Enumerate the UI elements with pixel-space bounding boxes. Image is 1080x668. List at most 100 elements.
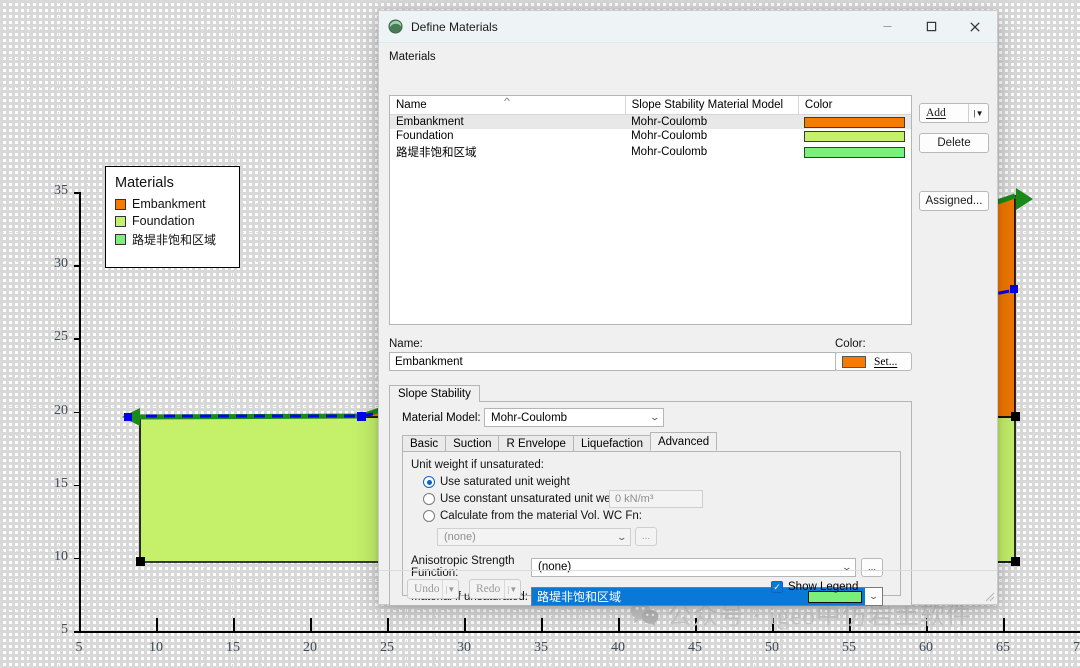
legend-items: Embankment Foundation 路堤非饱和区域: [115, 197, 230, 248]
x-axis-tick: [464, 618, 466, 631]
cell-material-name: Foundation: [396, 130, 454, 142]
undo-dropdown-arrow[interactable]: |▼: [442, 580, 458, 598]
table-row[interactable]: 路堤非饱和区域 Mohr-Coulomb: [390, 143, 911, 161]
legend-color-swatch: [115, 234, 126, 245]
slope-stability-tabstrip: Slope Stability: [389, 385, 912, 403]
x-axis-tick: [387, 618, 389, 631]
x-axis-tick: [772, 618, 774, 631]
legend-item: Foundation: [115, 214, 230, 228]
legend-color-swatch: [115, 198, 126, 210]
minimize-icon: [882, 25, 892, 28]
undo-label: Undo: [414, 583, 440, 595]
material-property-tabs: Basic Suction R Envelope Liquefaction Advanc…: [402, 432, 901, 452]
cell-material-color: [798, 129, 911, 143]
volwc-value: (none): [444, 530, 476, 543]
redo-label: Redo: [476, 583, 501, 595]
y-axis-tick-label: 20: [54, 402, 68, 418]
show-legend-checkbox[interactable]: ✓ Show Legend: [771, 581, 858, 593]
x-axis-tick-label: 70: [1073, 640, 1080, 655]
sort-ascending-icon: ^: [504, 96, 511, 106]
materials-group-label: Materials: [389, 51, 436, 63]
color-swatch: [842, 355, 866, 368]
redo-dropdown-arrow[interactable]: |▼: [504, 580, 520, 598]
redo-button[interactable]: Redo |▼: [469, 579, 521, 599]
radio-use-saturated-unit-weight[interactable]: Use saturated unit weight: [423, 476, 892, 488]
material-model-value: Mohr-Coulomb: [491, 411, 568, 424]
materials-table: Name ^ Slope Stability Material Model Co…: [390, 96, 911, 161]
x-axis-tick-label: 30: [457, 640, 471, 655]
application-window: 35 30 25 20 15 10 5 5 10 15 20 25 30 35 40 45 50 55 60 65 7…: [0, 0, 1080, 668]
tab-suction[interactable]: Suction: [445, 435, 500, 451]
cell-material-model: Mohr-Coulomb: [631, 146, 708, 158]
cell-material-color: [798, 114, 911, 129]
x-axis-tick: [618, 618, 620, 631]
undo-button[interactable]: Undo |▼: [407, 579, 459, 599]
constant-unit-weight-input[interactable]: 0 kN/m³: [609, 490, 703, 508]
add-dropdown-arrow[interactable]: |▼: [968, 104, 988, 122]
radio-calculate-from-volwc[interactable]: Calculate from the material Vol. WC Fn:: [423, 510, 892, 522]
y-axis-tick-label: 30: [54, 256, 68, 272]
color-set-button[interactable]: Set...: [835, 352, 912, 371]
color-bar: [804, 146, 905, 158]
dialog-titlebar[interactable]: Define Materials: [379, 11, 997, 43]
column-header-model[interactable]: Slope Stability Material Model: [625, 96, 799, 115]
chevron-down-icon: |▼: [973, 108, 984, 118]
radio-indicator: [423, 510, 435, 522]
radio-saturated-label: Use saturated unit weight: [440, 476, 570, 488]
table-row[interactable]: Embankment Mohr-Coulomb: [390, 114, 911, 129]
column-header-color[interactable]: Color: [798, 96, 911, 115]
dialog-title: Define Materials: [411, 19, 498, 34]
tab-slope-stability[interactable]: Slope Stability: [389, 385, 480, 403]
dialog-body: Materials Name ^ Slope Stability Materia…: [379, 43, 997, 606]
assigned-button[interactable]: Assigned...: [919, 191, 989, 211]
x-axis-tick: [541, 618, 543, 631]
chevron-down-icon: |▼: [445, 584, 456, 594]
x-axis-tick-label: 55: [842, 640, 856, 655]
y-axis-tick: [74, 265, 80, 267]
volwc-select[interactable]: (none) ⌄: [437, 527, 631, 546]
x-axis-tick: [233, 618, 235, 631]
close-button[interactable]: [953, 11, 997, 42]
add-material-button[interactable]: Add |▼: [919, 103, 989, 123]
volwc-browse-button[interactable]: ...: [635, 527, 657, 546]
dialog-footer: Undo |▼ Redo |▼ ✓ Show Legend: [379, 570, 997, 606]
resize-grip-icon[interactable]: [983, 590, 995, 602]
globe-icon: [388, 19, 403, 34]
x-axis-tick-label: 15: [226, 640, 240, 655]
materials-table-container[interactable]: Name ^ Slope Stability Material Model Co…: [389, 95, 912, 325]
bc-arrow-right: [1016, 188, 1033, 210]
y-axis-tick: [74, 484, 80, 487]
delete-material-button[interactable]: Delete: [919, 133, 989, 153]
volwc-row: (none) ⌄ ...: [437, 527, 892, 546]
tab-advanced[interactable]: Advanced: [649, 432, 718, 451]
radio-constant-label: Use constant unsaturated unit weight:: [440, 493, 633, 505]
materials-table-body: Embankment Mohr-Coulomb Foundation Mohr-Cou…: [390, 114, 911, 162]
legend-color-swatch: [115, 215, 126, 227]
x-axis-tick-label: 40: [611, 640, 625, 655]
radio-indicator: [423, 493, 435, 505]
table-row[interactable]: Foundation Mohr-Coulomb: [390, 129, 911, 143]
x-axis-tick-label: 60: [919, 640, 933, 655]
y-axis-tick-label: 5: [61, 622, 68, 637]
material-model-select[interactable]: Mohr-Coulomb ⌄: [484, 408, 664, 427]
y-axis-tick: [74, 631, 80, 633]
tab-liquefaction[interactable]: Liquefaction: [572, 435, 651, 451]
tab-basic[interactable]: Basic: [402, 435, 447, 451]
define-materials-dialog: Define Materials Materials Name ^ Slope …: [378, 10, 998, 606]
tab-r-envelope[interactable]: R Envelope: [498, 435, 574, 451]
y-axis-tick-label: 35: [54, 183, 68, 198]
legend-title: Materials: [115, 175, 174, 191]
name-input[interactable]: Embankment: [389, 352, 836, 371]
x-axis-line: [79, 631, 1080, 633]
y-axis-tick: [74, 338, 80, 340]
materials-legend: Materials Embankment Foundation 路堤非饱和区域: [105, 166, 240, 268]
radio-use-constant-unsaturated-unit-weight[interactable]: Use constant unsaturated unit weight: 0 …: [423, 490, 892, 508]
node-marker: [1010, 285, 1018, 293]
y-axis-tick: [74, 557, 80, 560]
show-legend-label: Show Legend: [788, 581, 859, 593]
column-header-name[interactable]: Name ^: [390, 96, 626, 115]
maximize-button[interactable]: [909, 11, 953, 42]
material-model-label: Material Model:: [402, 412, 481, 424]
minimize-button[interactable]: [865, 11, 909, 42]
y-axis-tick: [74, 411, 80, 413]
